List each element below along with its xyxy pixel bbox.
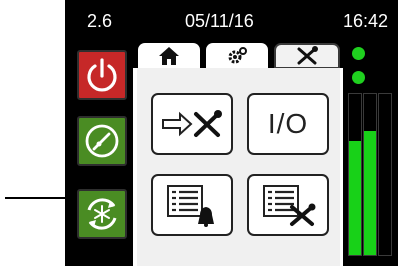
gauge-button[interactable] [77, 116, 127, 166]
gauge-icon [85, 124, 119, 158]
list-tools-icon [263, 185, 316, 226]
status-time: 16:42 [343, 11, 389, 31]
io-button[interactable]: I/O [247, 93, 329, 155]
arrow-tools-icon [162, 110, 222, 137]
level-bar-fill [349, 140, 361, 255]
power-button[interactable] [77, 50, 127, 100]
defrost-cycle-button[interactable] [77, 189, 127, 239]
power-icon [87, 58, 117, 92]
home-icon [159, 47, 179, 65]
status-led [352, 47, 365, 60]
level-bar [378, 93, 392, 256]
tools-panel: I/O [133, 68, 343, 266]
service-settings-button[interactable] [151, 93, 233, 155]
device-screen: 2.6 05/11/16 16:42 I/O [65, 0, 398, 266]
status-led [352, 71, 365, 84]
level-bar-fill [364, 131, 376, 255]
tab-tools[interactable] [274, 43, 340, 69]
list-bell-icon [167, 185, 214, 227]
level-bar [363, 93, 377, 256]
tools-icon [297, 46, 318, 65]
service-log-button[interactable] [247, 174, 329, 236]
status-bar: 2.6 05/11/16 16:42 [65, 0, 398, 42]
tab-home[interactable] [138, 43, 200, 69]
snowflake-cycle-icon [87, 198, 117, 230]
io-label: I/O [267, 108, 309, 139]
level-bar [348, 93, 362, 256]
status-value: 2.6 [87, 11, 113, 31]
event-log-button[interactable] [151, 174, 233, 236]
status-indicators [344, 40, 394, 260]
tab-settings[interactable] [206, 43, 268, 69]
status-date: 05/11/16 [185, 11, 254, 31]
gear-icon [228, 47, 247, 64]
